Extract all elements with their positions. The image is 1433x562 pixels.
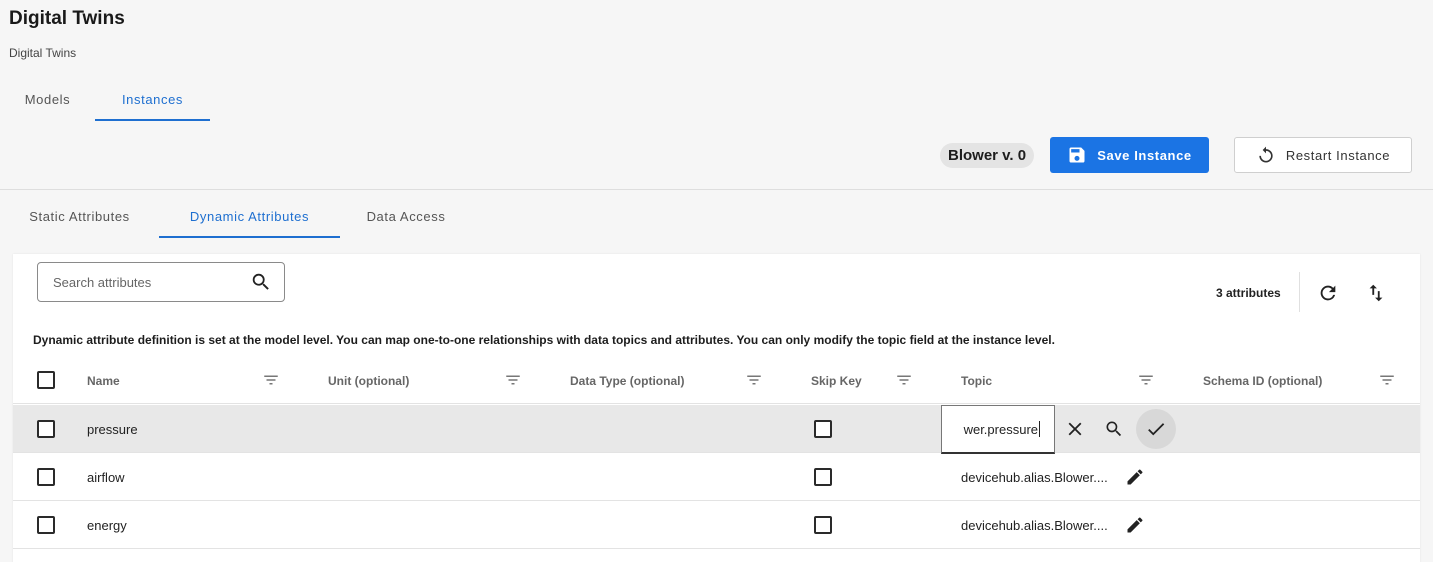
table-header: Name Unit (optional) Data Type (optional… xyxy=(13,357,1420,404)
table-row[interactable]: airflow devicehub.alias.Blower.... xyxy=(13,453,1420,501)
toolbar-divider xyxy=(1299,272,1300,312)
floppy-disk-icon xyxy=(1069,147,1085,163)
topic-input-value: wer.pressure xyxy=(963,421,1038,437)
restart-instance-label: Restart Instance xyxy=(1285,147,1391,163)
col-skip-key[interactable]: Skip Key xyxy=(811,357,862,404)
top-tabs: Models Instances xyxy=(0,78,210,121)
col-unit[interactable]: Unit (optional) xyxy=(328,357,409,404)
attribute-name: pressure xyxy=(87,421,138,437)
row-checkbox[interactable] xyxy=(37,468,55,486)
refresh-button[interactable] xyxy=(1313,278,1343,308)
search-box xyxy=(37,262,285,302)
page-title: Digital Twins xyxy=(9,8,125,29)
attribute-tabs: Static Attributes Dynamic Attributes Dat… xyxy=(0,194,472,238)
tab-dynamic-attributes[interactable]: Dynamic Attributes xyxy=(159,194,340,238)
check-icon xyxy=(1148,423,1165,436)
info-text: Dynamic attribute definition is set at t… xyxy=(33,333,1055,347)
filter-icon[interactable] xyxy=(258,367,284,393)
edit-topic-button[interactable] xyxy=(1120,462,1150,492)
close-icon xyxy=(1068,422,1082,436)
refresh-icon xyxy=(1320,285,1336,301)
attribute-name: energy xyxy=(87,517,127,533)
header-actions: Blower v. 0 Save Instance Restart Instan… xyxy=(0,137,1433,173)
col-name[interactable]: Name xyxy=(87,357,120,404)
col-data-type[interactable]: Data Type (optional) xyxy=(570,357,684,404)
save-instance-label: Save Instance xyxy=(1097,147,1192,163)
confirm-edit-button[interactable] xyxy=(1136,409,1176,449)
col-topic[interactable]: Topic xyxy=(961,357,992,404)
save-instance-button[interactable]: Save Instance xyxy=(1050,137,1209,173)
skip-key-checkbox[interactable] xyxy=(814,516,832,534)
row-checkbox[interactable] xyxy=(37,420,55,438)
filter-icon[interactable] xyxy=(891,367,917,393)
filter-icon[interactable] xyxy=(1133,367,1159,393)
skip-key-checkbox[interactable] xyxy=(814,420,832,438)
search-topic-button[interactable] xyxy=(1099,414,1129,444)
cancel-edit-button[interactable] xyxy=(1060,414,1090,444)
skip-key-checkbox[interactable] xyxy=(814,468,832,486)
edit-topic-button[interactable] xyxy=(1120,510,1150,540)
table-row[interactable]: pressure wer.pressure xyxy=(13,405,1420,454)
row-checkbox[interactable] xyxy=(37,516,55,534)
attribute-name: airflow xyxy=(87,469,125,485)
page-breadcrumb: Digital Twins xyxy=(9,46,77,60)
restart-icon xyxy=(1259,146,1273,163)
filter-icon[interactable] xyxy=(741,367,767,393)
attributes-card: 3 attributes Dynamic attribute definitio… xyxy=(13,254,1420,562)
tab-static-attributes[interactable]: Static Attributes xyxy=(0,194,159,238)
attribute-count: 3 attributes xyxy=(1216,286,1281,300)
search-input[interactable] xyxy=(53,274,233,290)
version-chip: Blower v. 0 xyxy=(940,143,1035,168)
text-caret xyxy=(1039,421,1040,437)
tab-models[interactable]: Models xyxy=(0,78,95,121)
topic-input[interactable]: wer.pressure xyxy=(941,405,1055,454)
filter-icon[interactable] xyxy=(1374,367,1400,393)
swap-vertical-icon xyxy=(1369,284,1383,302)
topic-value: devicehub.alias.Blower.... xyxy=(961,469,1108,485)
col-schema-id[interactable]: Schema ID (optional) xyxy=(1203,357,1322,404)
pencil-icon xyxy=(1127,469,1143,485)
search-icon xyxy=(1106,421,1122,437)
tab-data-access[interactable]: Data Access xyxy=(340,194,472,238)
table-row[interactable]: energy devicehub.alias.Blower.... xyxy=(13,501,1420,549)
sort-button[interactable] xyxy=(1361,278,1391,308)
pencil-icon xyxy=(1127,517,1143,533)
header-divider xyxy=(0,189,1433,190)
topic-value: devicehub.alias.Blower.... xyxy=(961,517,1108,533)
select-all-checkbox[interactable] xyxy=(37,371,55,389)
search-icon[interactable] xyxy=(250,271,272,293)
filter-icon[interactable] xyxy=(500,367,526,393)
tab-instances[interactable]: Instances xyxy=(95,78,210,121)
restart-instance-button[interactable]: Restart Instance xyxy=(1234,137,1412,173)
